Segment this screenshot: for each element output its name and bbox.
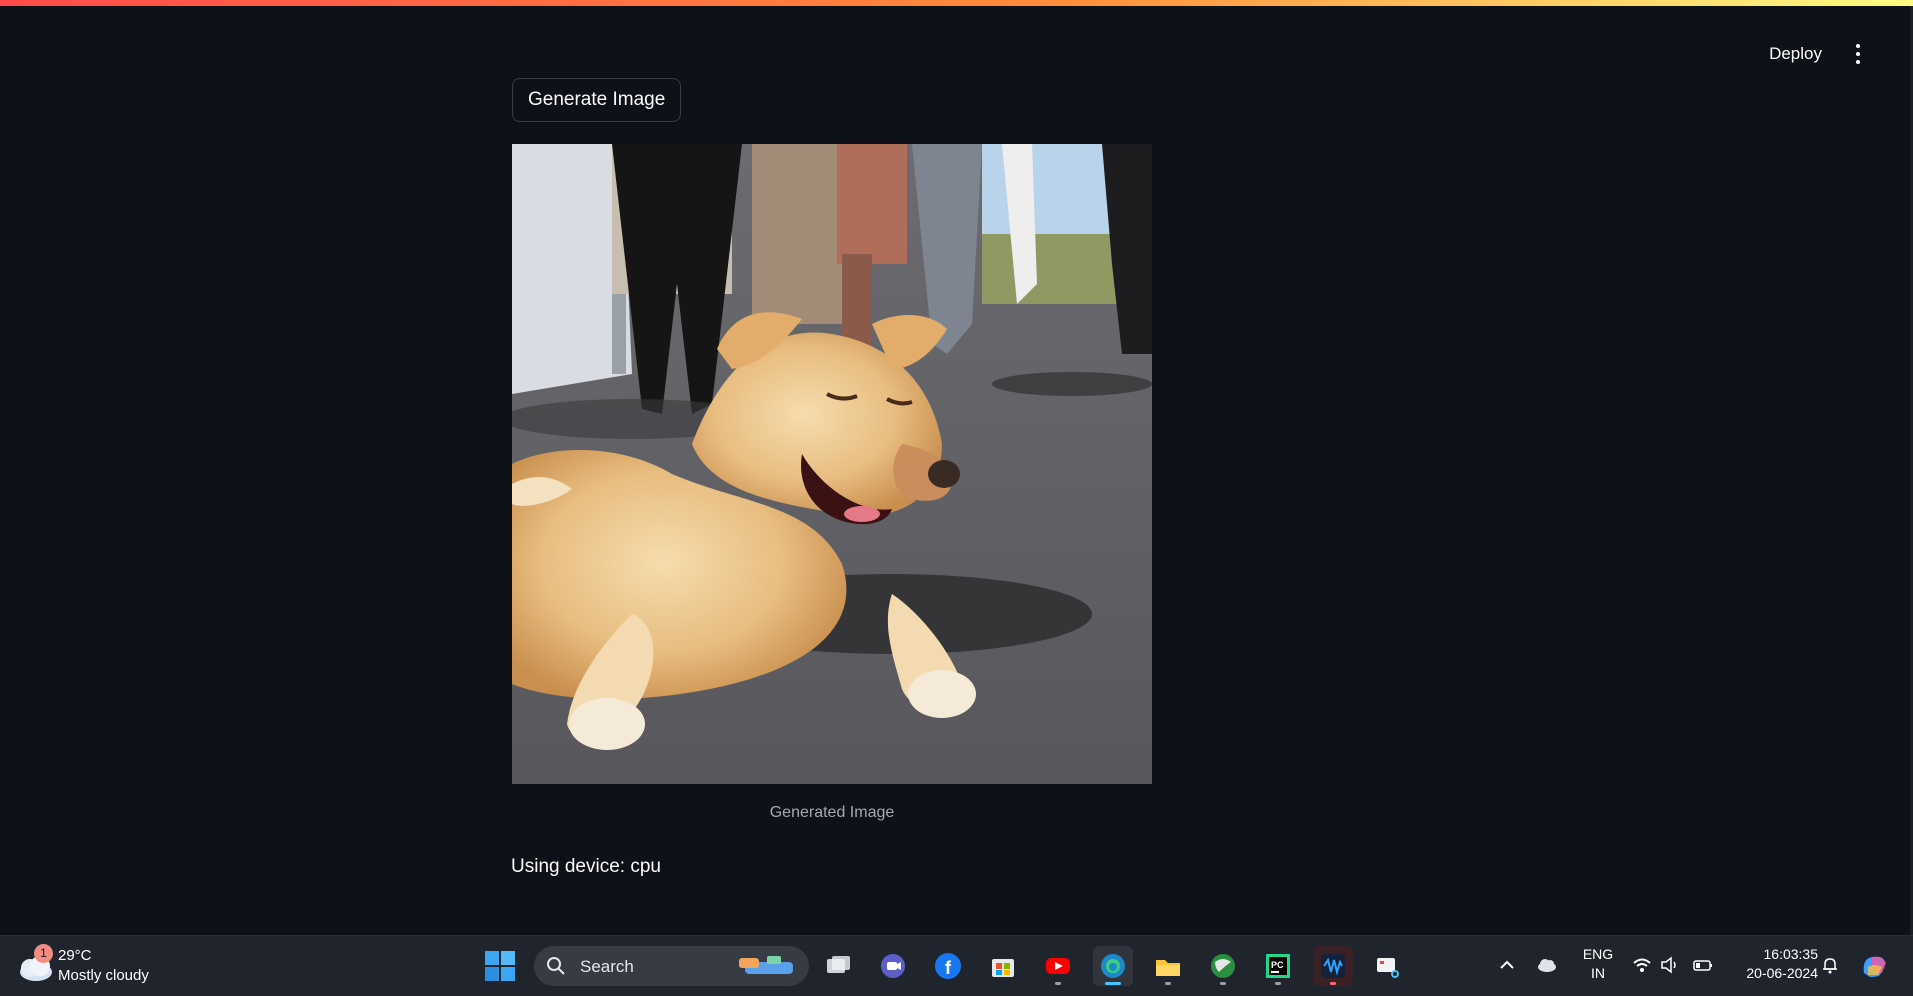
clock-date: 20-06-2024	[1746, 965, 1818, 981]
search-placeholder: Search	[580, 957, 634, 976]
youtube-icon[interactable]	[1038, 946, 1078, 986]
search-icon	[547, 957, 565, 975]
svg-text:f: f	[945, 958, 952, 978]
region-code: IN	[1591, 965, 1605, 981]
waveform-app-icon[interactable]	[1313, 946, 1353, 986]
svg-text:PC: PC	[1271, 960, 1284, 970]
device-status-text: Using device: cpu	[511, 856, 661, 877]
weather-temperature: 29°C	[58, 947, 92, 964]
streamlit-app: Deploy Generate Image Generated Image Us…	[0, 6, 1913, 935]
notifications-bell-icon[interactable]	[1820, 955, 1840, 980]
store-icon[interactable]	[983, 946, 1023, 986]
volume-icon[interactable]	[1660, 956, 1680, 979]
battery-icon[interactable]	[1692, 956, 1714, 979]
weather-widget[interactable]: 1 29°C Mostly cloudy	[16, 944, 176, 988]
weather-condition: Mostly cloudy	[58, 967, 149, 984]
search-highlight-icon	[739, 956, 793, 974]
edge-browser-icon[interactable]	[1093, 946, 1133, 986]
snipping-tool-icon[interactable]	[1368, 946, 1408, 986]
generated-image	[512, 144, 1152, 784]
onedrive-cloud-icon[interactable]	[1536, 956, 1558, 979]
folder-icon[interactable]	[1148, 946, 1188, 986]
wifi-icon[interactable]	[1632, 956, 1652, 979]
language-code: ENG	[1582, 946, 1614, 962]
show-hidden-icons-chevron-icon[interactable]	[1498, 956, 1516, 979]
language-indicator[interactable]: ENG IN	[1578, 945, 1618, 983]
generate-image-button[interactable]: Generate Image	[512, 78, 682, 122]
image-caption: Generated Image	[769, 804, 895, 821]
facebook-icon[interactable]: f	[928, 946, 968, 986]
globe-browser-icon[interactable]	[1203, 946, 1243, 986]
deploy-button[interactable]: Deploy	[1761, 38, 1830, 70]
clock-time: 16:03:35	[1763, 946, 1819, 962]
weather-notification-badge: 1	[34, 944, 53, 963]
system-clock[interactable]: 16:03:35 20-06-2024	[1730, 945, 1818, 983]
windows-taskbar: 1 29°C Mostly cloudy Search f PC ENG IN …	[0, 935, 1913, 996]
kebab-menu-icon[interactable]	[1846, 40, 1870, 68]
taskbar-search-box[interactable]: Search	[534, 946, 809, 986]
pycharm-icon[interactable]: PC	[1258, 946, 1298, 986]
windows-start-icon[interactable]	[484, 950, 516, 982]
copilot-icon[interactable]	[1860, 953, 1890, 984]
task-view-icon[interactable]	[818, 946, 858, 986]
video-chat-icon[interactable]	[873, 946, 913, 986]
generated-dog-image	[512, 144, 1152, 784]
